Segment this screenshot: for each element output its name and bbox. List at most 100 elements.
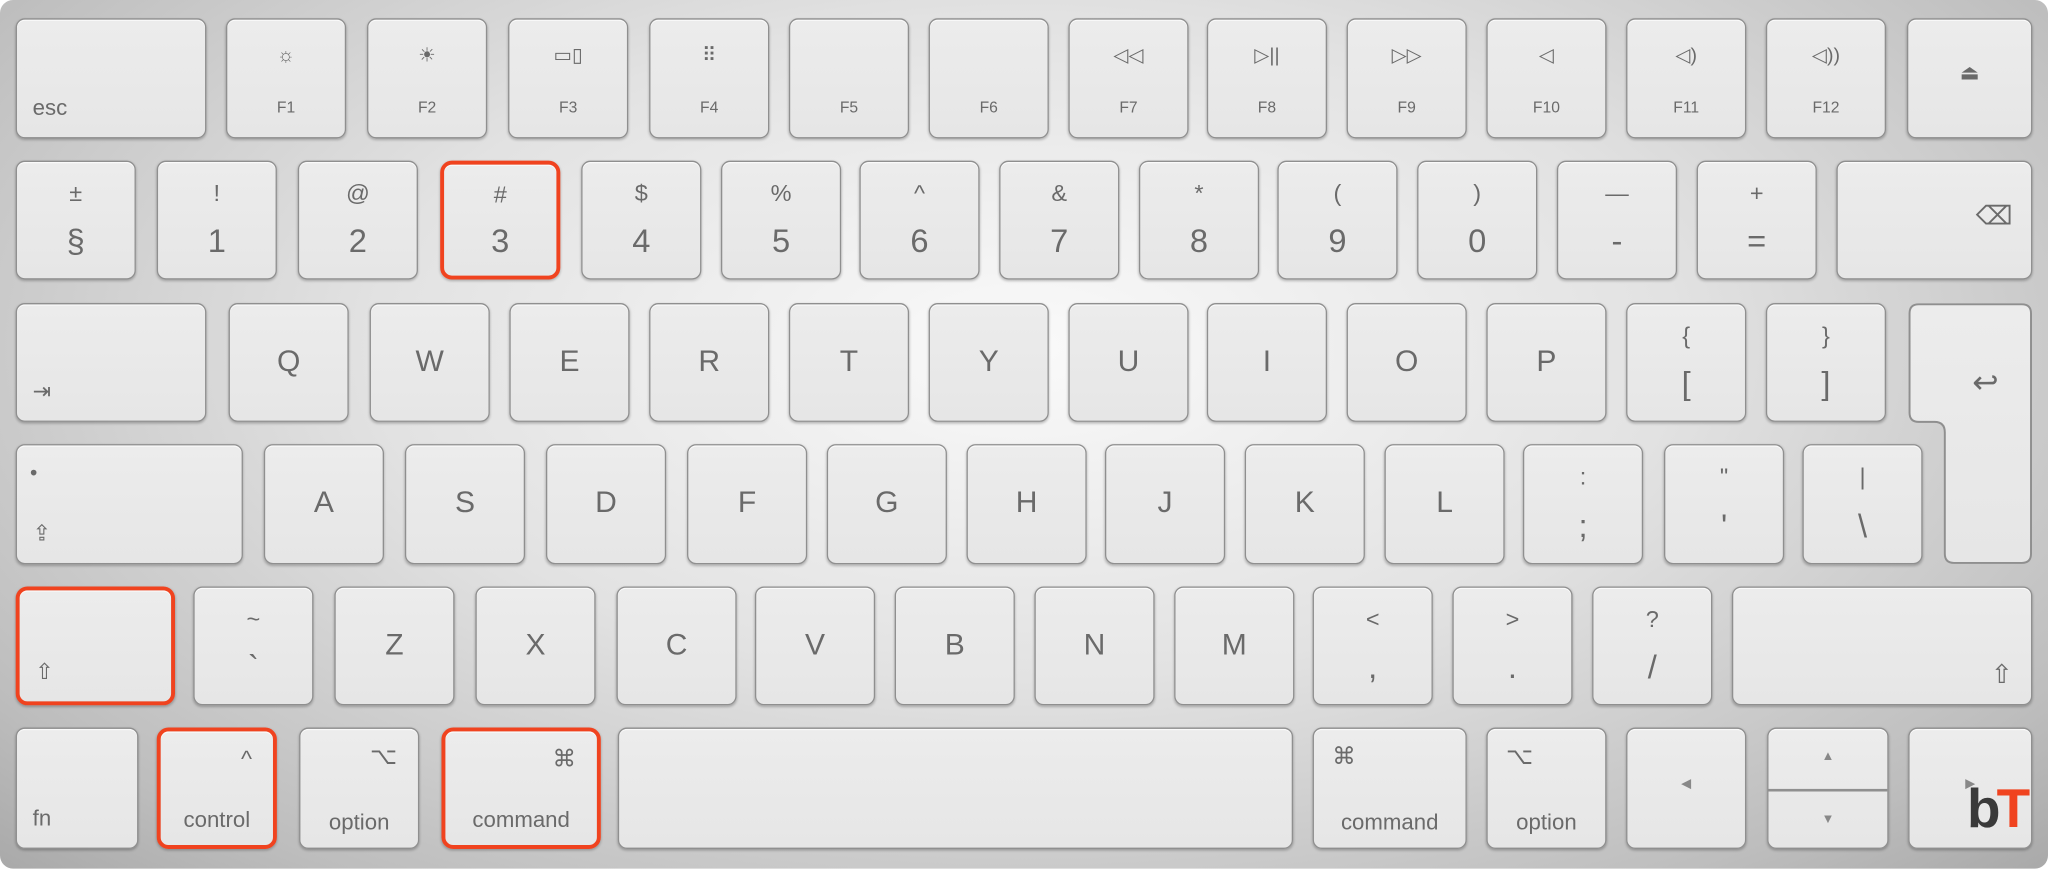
key-9[interactable]: (9 — [1277, 160, 1398, 280]
key-g[interactable]: G — [826, 444, 947, 565]
arrow-left-icon: ◀ — [1681, 777, 1692, 792]
key-left-control[interactable]: ^ control — [156, 727, 277, 849]
key-0[interactable]: ) 0 — [1417, 160, 1538, 280]
key-w[interactable]: W — [369, 303, 490, 422]
key-fn-label: fn — [32, 805, 52, 831]
key-f10[interactable]: ◁ F10 — [1486, 18, 1607, 139]
key-r[interactable]: R — [649, 303, 770, 422]
key-m[interactable]: M — [1174, 586, 1295, 706]
key-c[interactable]: C — [616, 586, 737, 706]
key-y[interactable]: Y — [928, 303, 1049, 422]
key-right-command[interactable]: ⌘ command — [1312, 727, 1467, 849]
key-8[interactable]: * 8 — [1138, 160, 1260, 280]
key-j[interactable]: J — [1104, 444, 1226, 565]
key-f12[interactable]: ◁)) F12 — [1765, 18, 1887, 139]
key-esc[interactable]: esc — [15, 18, 207, 139]
key-v[interactable]: V — [754, 586, 876, 706]
key-f9-label: F9 — [1397, 98, 1416, 117]
key-k[interactable]: K — [1244, 444, 1365, 565]
key-caps-lock[interactable]: • ⇪ — [15, 444, 243, 565]
key-slash[interactable]: ? / — [1592, 586, 1713, 706]
key-t[interactable]: T — [788, 303, 910, 422]
key-y-label: Y — [978, 343, 999, 378]
key-n[interactable]: N — [1034, 586, 1155, 706]
key-f6[interactable]: F6 — [928, 18, 1049, 139]
key-1-label: 1 — [207, 223, 226, 260]
key-right-option-top-label: ⌥ — [1505, 743, 1534, 770]
key-s[interactable]: S — [404, 444, 526, 565]
key-backslash[interactable]: | \ — [1802, 444, 1923, 565]
key-a[interactable]: A — [263, 444, 384, 565]
brightness-down-icon: ☼ — [277, 44, 296, 67]
key-b-label: B — [944, 626, 965, 661]
key-j-label: J — [1157, 485, 1173, 520]
key-5[interactable]: % 5 — [720, 160, 842, 280]
key-b[interactable]: B — [894, 586, 1015, 706]
key-f2[interactable]: ☀ F2 — [367, 18, 488, 139]
eject-icon: ⏏ — [1959, 62, 1980, 86]
key-h[interactable]: H — [966, 444, 1087, 565]
key-p[interactable]: P — [1486, 303, 1607, 422]
key-quote-top-label: " — [1719, 464, 1729, 491]
key-minus[interactable]: — - — [1556, 160, 1678, 280]
key-tab[interactable]: ⇥ — [15, 303, 207, 422]
key-arrow-left[interactable]: ◀ — [1626, 727, 1747, 849]
key-f12-label: F12 — [1812, 98, 1840, 117]
key-f3[interactable]: ▭▯ F3 — [508, 18, 629, 139]
key-f1[interactable]: ☼ F1 — [225, 18, 347, 139]
key-u[interactable]: U — [1068, 303, 1189, 422]
key-space[interactable] — [617, 727, 1294, 849]
key-eject[interactable]: ⏏ — [1906, 18, 2033, 139]
key-l[interactable]: L — [1384, 444, 1505, 565]
key-fn[interactable]: fn — [15, 727, 139, 849]
key-e[interactable]: E — [509, 303, 630, 422]
key-left-command[interactable]: ⌘ command — [441, 727, 601, 849]
key-f7[interactable]: ◁◁ F7 — [1068, 18, 1189, 139]
key-backslash-top-label: | — [1859, 464, 1866, 491]
key-right-bracket-top-label: } — [1822, 322, 1830, 349]
key-4[interactable]: $4 — [581, 160, 702, 280]
key-left-option[interactable]: ⌥ option — [299, 727, 420, 849]
key-delete[interactable]: ⌫ — [1836, 160, 2033, 280]
key-d[interactable]: D — [545, 444, 667, 565]
key-f11[interactable]: ◁) F11 — [1626, 18, 1747, 139]
volume-down-icon: ◁) — [1675, 44, 1697, 67]
key-f8[interactable]: ▷|| F8 — [1206, 18, 1328, 139]
key-period[interactable]: >. — [1452, 586, 1573, 706]
mission-control-icon: ▭▯ — [553, 44, 583, 67]
key-right-shift[interactable]: ⇧ — [1731, 586, 2033, 706]
key-2[interactable]: @2 — [297, 160, 418, 280]
key-section[interactable]: ± § — [15, 160, 136, 280]
key-3[interactable]: #3 — [440, 160, 561, 280]
key-equals[interactable]: + = — [1696, 160, 1817, 280]
key-7[interactable]: & 7 — [999, 160, 1120, 280]
key-section-top-label: ± — [69, 180, 83, 207]
key-right-bracket[interactable]: }] — [1765, 303, 1887, 422]
key-q[interactable]: Q — [228, 303, 349, 422]
key-f4[interactable]: ⠿ F4 — [649, 18, 770, 139]
key-4-top-label: $ — [634, 180, 648, 207]
key-semicolon[interactable]: :; — [1522, 444, 1644, 565]
key-left-bracket-label: [ — [1681, 365, 1691, 403]
key-semicolon-top-label: : — [1579, 464, 1587, 491]
key-f9[interactable]: ▷▷ F9 — [1346, 18, 1467, 139]
key-o[interactable]: O — [1346, 303, 1467, 422]
key-grave[interactable]: ~ ` — [193, 586, 314, 706]
key-left-bracket[interactable]: {[ — [1626, 303, 1747, 422]
key-1[interactable]: ! 1 — [156, 160, 277, 280]
key-d-label: D — [595, 485, 617, 520]
key-right-option[interactable]: ⌥ option — [1486, 727, 1607, 849]
key-return[interactable] — [1908, 303, 2032, 564]
key-z[interactable]: Z — [334, 586, 455, 706]
key-caps-lock-top-label: • — [30, 462, 38, 485]
key-p-label: P — [1536, 343, 1557, 378]
key-i[interactable]: I — [1206, 303, 1328, 422]
key-f[interactable]: F — [687, 444, 808, 565]
key-comma[interactable]: <, — [1312, 586, 1433, 706]
key-quote[interactable]: " ' — [1663, 444, 1785, 565]
key-f5[interactable]: F5 — [788, 18, 910, 139]
key-left-shift[interactable]: ⇧ — [15, 586, 176, 706]
key-x[interactable]: X — [475, 586, 596, 706]
key-arrow-up-down[interactable]: ▲ ▼ — [1767, 727, 1889, 849]
key-6[interactable]: ^ 6 — [859, 160, 980, 280]
